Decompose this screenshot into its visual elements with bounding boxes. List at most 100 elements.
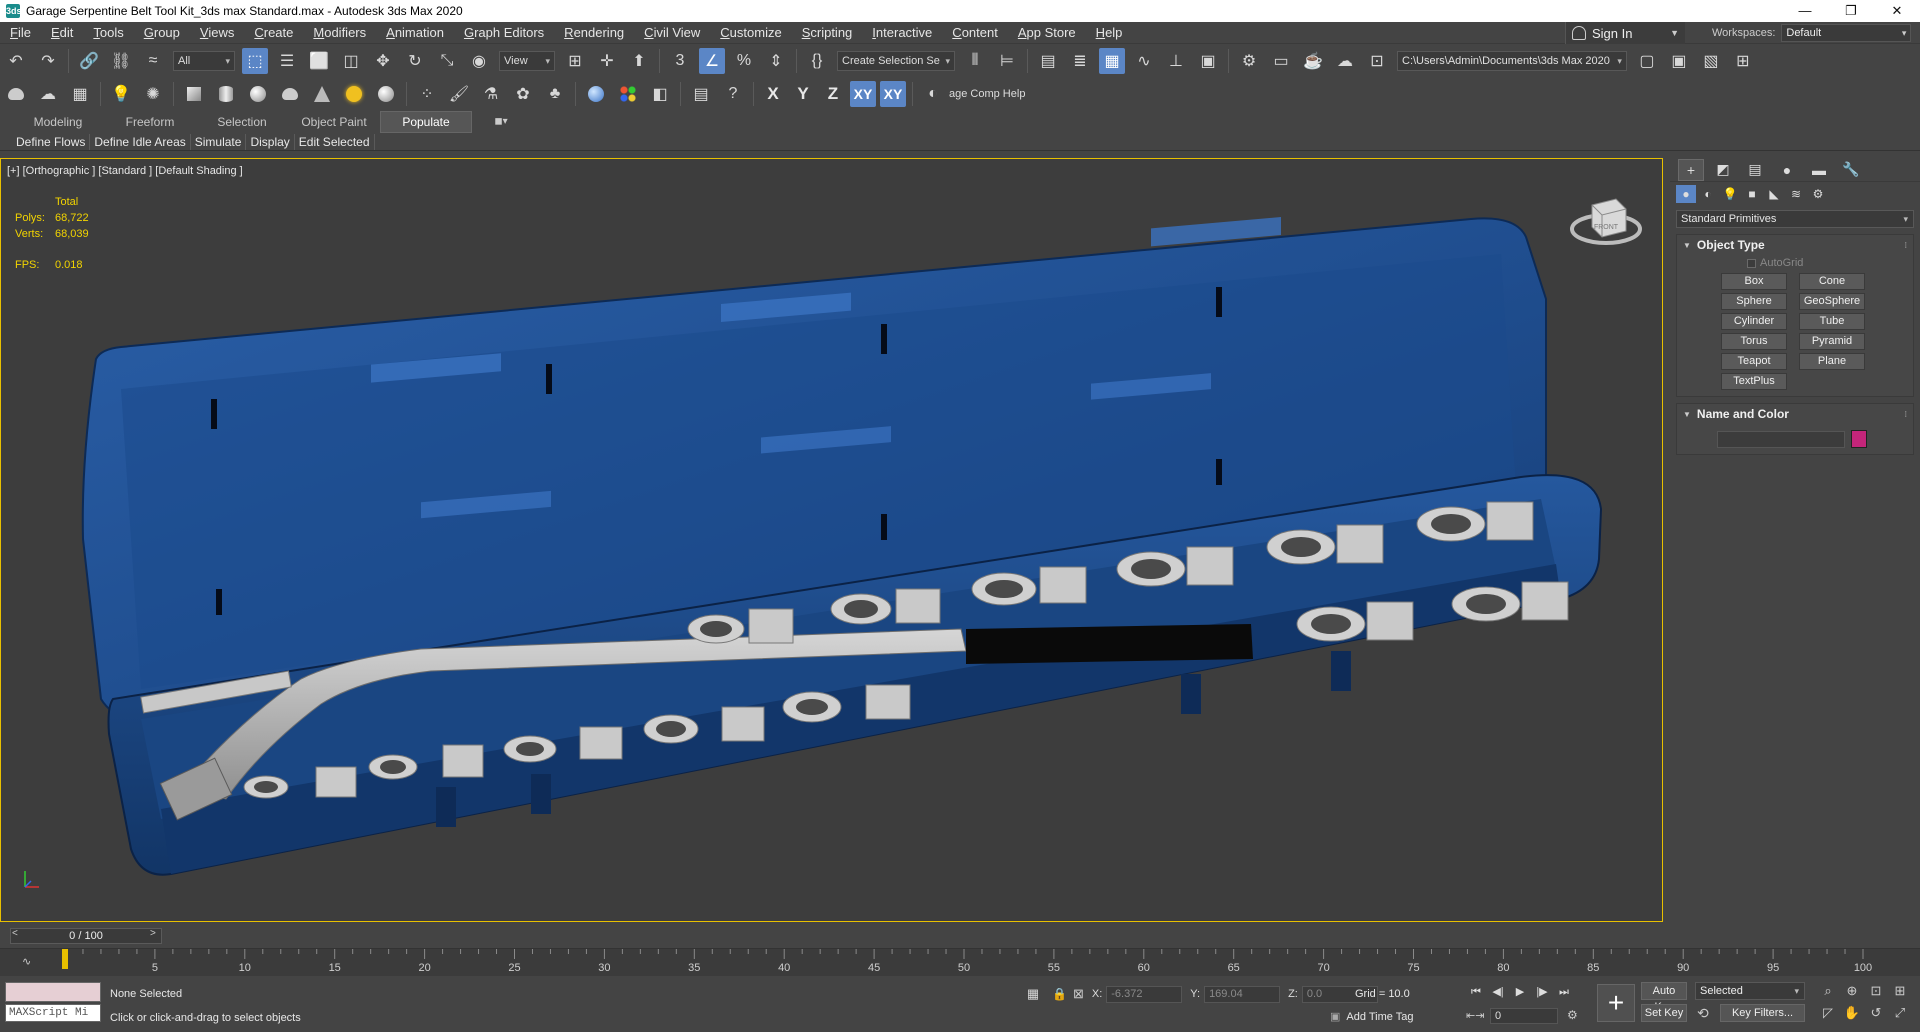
lights-icon[interactable]: 💡 (1720, 185, 1740, 203)
tab-freeform[interactable]: Freeform (104, 112, 196, 132)
x-coordinate-field[interactable]: -6.372 (1106, 985, 1183, 1003)
percent-snap-icon[interactable]: % (731, 48, 757, 74)
menu-modifiers[interactable]: Modifiers (303, 22, 376, 44)
snaps-toggle-icon[interactable]: 3 (667, 48, 693, 74)
angle-snap-icon[interactable]: ∠ (699, 48, 725, 74)
sign-in-button[interactable]: Sign In ▼ (1565, 22, 1685, 44)
project-folder-dropdown[interactable]: C:\Users\Admin\Documents\3ds Max 2020 (1397, 51, 1627, 71)
go-to-start-icon[interactable]: ⏮ (1465, 982, 1487, 1002)
render-setup-icon[interactable]: ⚙ (1236, 48, 1262, 74)
pyramid-button[interactable]: Pyramid (1799, 333, 1865, 350)
image-comp-label[interactable]: age Comp Help (949, 88, 1025, 100)
layer-explorer-icon[interactable]: ≣ (1067, 48, 1093, 74)
edit-selected-button[interactable]: Edit Selected (295, 133, 375, 150)
image-render-icon[interactable]: ▦ (67, 81, 93, 107)
cloth-icon[interactable]: ⚗ (478, 81, 504, 107)
menu-rendering[interactable]: Rendering (554, 22, 634, 44)
axis-x-button[interactable]: X (760, 81, 786, 107)
window-crossing-icon[interactable]: ◫ (338, 48, 364, 74)
select-manipulate-icon[interactable]: ✛ (594, 48, 620, 74)
zoom-extents-all-icon[interactable]: ⊞ (1890, 982, 1910, 1000)
y-coordinate-field[interactable]: 169.04 (1204, 985, 1281, 1003)
cloud-render-icon[interactable]: ☁ (35, 81, 61, 107)
reference-coordinate-dropdown[interactable]: View (499, 51, 555, 71)
link-icon[interactable]: 🔗 (76, 48, 102, 74)
menu-edit[interactable]: Edit (41, 22, 83, 44)
render-production-icon[interactable]: ☕ (1300, 48, 1326, 74)
systems-icon[interactable]: ⚙ (1808, 185, 1828, 203)
tree-icon[interactable]: ♣ (542, 81, 568, 107)
menu-tools[interactable]: Tools (83, 22, 133, 44)
pan-icon[interactable]: ✋ (1842, 1004, 1862, 1022)
redo-icon[interactable]: ↷ (35, 48, 61, 74)
align-icon[interactable]: ⊨ (994, 48, 1020, 74)
menu-civil-view[interactable]: Civil View (634, 22, 710, 44)
plane-button[interactable]: Plane (1799, 353, 1865, 370)
field-of-view-icon[interactable]: ◸ (1818, 1004, 1838, 1022)
unlink-icon[interactable]: ⛓ (108, 48, 134, 74)
next-frame-button-icon[interactable]: |▶ (1531, 982, 1553, 1002)
bulb-icon[interactable]: ✿ (510, 81, 536, 107)
select-object-icon[interactable]: ⬚ (242, 48, 268, 74)
axis-z-button[interactable]: Z (820, 81, 846, 107)
define-idle-areas-button[interactable]: Define Idle Areas (90, 133, 191, 150)
rectangular-selection-icon[interactable]: ⬜ (306, 48, 332, 74)
create-tab-icon[interactable]: + (1678, 158, 1704, 181)
hierarchy-icon[interactable]: ⊞ (1730, 48, 1756, 74)
select-by-name-icon[interactable]: ☰ (274, 48, 300, 74)
menu-graph-editors[interactable]: Graph Editors (454, 22, 554, 44)
display-tab-icon[interactable]: ▬ (1806, 159, 1832, 181)
current-frame-marker[interactable] (62, 949, 68, 969)
sun-system-icon[interactable]: ✺ (140, 81, 166, 107)
image-comp-icon[interactable]: ◐ (920, 81, 946, 107)
paint-brush-icon[interactable]: 🖌 (446, 81, 472, 107)
menu-customize[interactable]: Customize (710, 22, 791, 44)
menu-group[interactable]: Group (134, 22, 190, 44)
define-flows-button[interactable]: Define Flows (12, 133, 91, 150)
material-browser-icon[interactable]: ◧ (647, 81, 673, 107)
material-editor-icon[interactable]: ▣ (1195, 48, 1221, 74)
motion-tab-icon[interactable]: ● (1774, 159, 1800, 181)
key-target-dropdown[interactable]: Selected (1695, 982, 1805, 1000)
viewport-label[interactable]: [+] [Orthographic ] [Standard ] [Default… (7, 165, 243, 177)
zoom-all-icon[interactable]: ⊕ (1842, 982, 1862, 1000)
geometry-icon[interactable]: ● (1676, 185, 1696, 203)
particle-flow-icon[interactable]: ⁘ (414, 81, 440, 107)
curve-editor-icon[interactable]: ∿ (1131, 48, 1157, 74)
tab-populate[interactable]: Populate (380, 111, 472, 133)
render-message-icon[interactable]: ▤ (688, 81, 714, 107)
place-icon[interactable]: ◉ (466, 48, 492, 74)
project-folder-icon[interactable]: ▢ (1634, 48, 1660, 74)
cone-primitive-icon[interactable] (309, 81, 335, 107)
menu-animation[interactable]: Animation (376, 22, 454, 44)
zoom-icon[interactable]: ⌕ (1818, 982, 1838, 1000)
cone-button[interactable]: Cone (1799, 273, 1865, 290)
menu-content[interactable]: Content (942, 22, 1008, 44)
selection-filter-dropdown[interactable]: All (173, 51, 235, 71)
next-frame-icon[interactable]: > (150, 928, 156, 939)
key-filters-button[interactable]: Key Filters... (1720, 1004, 1805, 1022)
set-keys-icon[interactable]: + (1597, 984, 1635, 1022)
teapot-primitive-icon[interactable] (277, 81, 303, 107)
track-bar[interactable]: ∿ 5 10 15 20 25 30 35 40 45 50 55 60 65 70 75 80 85 90 95 1… (0, 948, 1920, 976)
keyboard-shortcut-icon[interactable]: ⬆ (626, 48, 652, 74)
hierarchy-tab-icon[interactable]: ▤ (1742, 159, 1768, 181)
mirror-icon[interactable]: ⫴ (962, 48, 988, 74)
spinner-snap-icon[interactable]: ⇕ (763, 48, 789, 74)
current-frame-field[interactable]: 0 (1490, 1008, 1558, 1024)
axis-y-button[interactable]: Y (790, 81, 816, 107)
object-color-swatch[interactable] (1851, 430, 1867, 448)
helpers-icon[interactable]: ◣ (1764, 185, 1784, 203)
undo-icon[interactable]: ↶ (3, 48, 29, 74)
set-key-button[interactable]: Set Key (1641, 1004, 1687, 1022)
edit-named-selection-icon[interactable]: {} (804, 48, 830, 74)
environment-sphere-icon[interactable] (373, 81, 399, 107)
rendered-frame-window-icon[interactable]: ▭ (1268, 48, 1294, 74)
menu-help[interactable]: Help (1086, 22, 1133, 44)
zoom-extents-icon[interactable]: ⊡ (1866, 982, 1886, 1000)
hemisphere-icon[interactable] (213, 81, 239, 107)
scene-explorer-icon[interactable]: ▤ (1035, 48, 1061, 74)
primitive-category-dropdown[interactable]: Standard Primitives (1676, 210, 1914, 228)
named-selection-dropdown[interactable]: Create Selection Se (837, 51, 955, 71)
orbit-icon[interactable]: ↺ (1866, 1004, 1886, 1022)
